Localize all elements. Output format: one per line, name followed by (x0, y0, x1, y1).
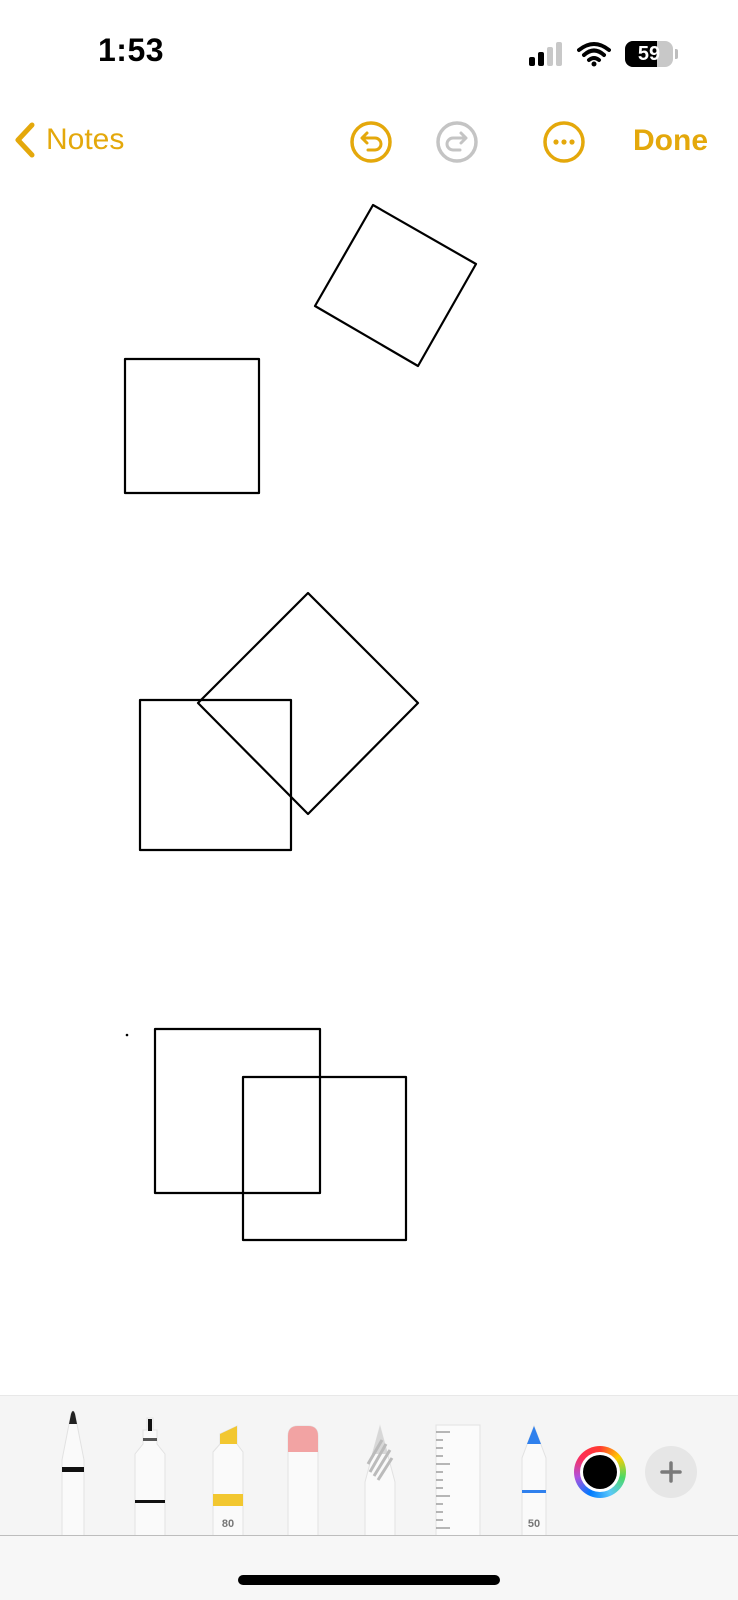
drawn-square-top-left (123, 357, 261, 495)
drawn-diamond-middle (196, 591, 420, 816)
more-options-button[interactable] (542, 120, 586, 164)
drawn-square-bottom-right (241, 1075, 408, 1242)
battery-percent: 59 (637, 42, 661, 65)
drawn-dot (125, 1033, 129, 1037)
drawing-toolbar: Notes Done (0, 100, 738, 190)
cellular-signal-icon (529, 42, 562, 66)
pencil-tool[interactable] (362, 1424, 398, 1536)
fineliner-tool[interactable] (132, 1416, 168, 1536)
color-picker-button[interactable] (574, 1446, 626, 1498)
drawn-square-rotated-top (313, 203, 478, 368)
home-indicator[interactable] (238, 1575, 500, 1585)
battery-nub (675, 49, 678, 59)
drawn-square-bottom-left (153, 1027, 322, 1195)
marker-tool[interactable]: 80 (210, 1424, 246, 1536)
crayon-opacity: 50 (527, 1518, 541, 1530)
chevron-left-icon (15, 122, 35, 158)
add-tool-button[interactable] (645, 1446, 697, 1498)
status-time: 1:53 (98, 32, 165, 68)
back-button[interactable]: Notes (14, 122, 124, 158)
drawing-canvas[interactable] (0, 190, 738, 1395)
redo-button[interactable] (435, 120, 479, 164)
undo-button[interactable] (349, 120, 393, 164)
wifi-icon (577, 42, 611, 67)
status-bar: 1:53 59 (0, 0, 738, 100)
status-icons: 59 (529, 38, 678, 70)
current-color (583, 1455, 617, 1489)
color-ring (580, 1452, 620, 1492)
done-button[interactable]: Done (633, 124, 708, 158)
pen-tool[interactable] (54, 1404, 92, 1536)
bottom-safe-area (0, 1536, 738, 1600)
tool-palette: 80 50 (0, 1395, 738, 1536)
ruler-tool[interactable] (430, 1424, 486, 1536)
eraser-tool[interactable] (286, 1424, 320, 1536)
crayon-tool[interactable]: 50 (518, 1424, 550, 1536)
back-label: Notes (46, 123, 125, 156)
battery-icon: 59 (625, 41, 673, 67)
marker-opacity: 80 (221, 1518, 235, 1530)
plus-icon (660, 1461, 682, 1483)
